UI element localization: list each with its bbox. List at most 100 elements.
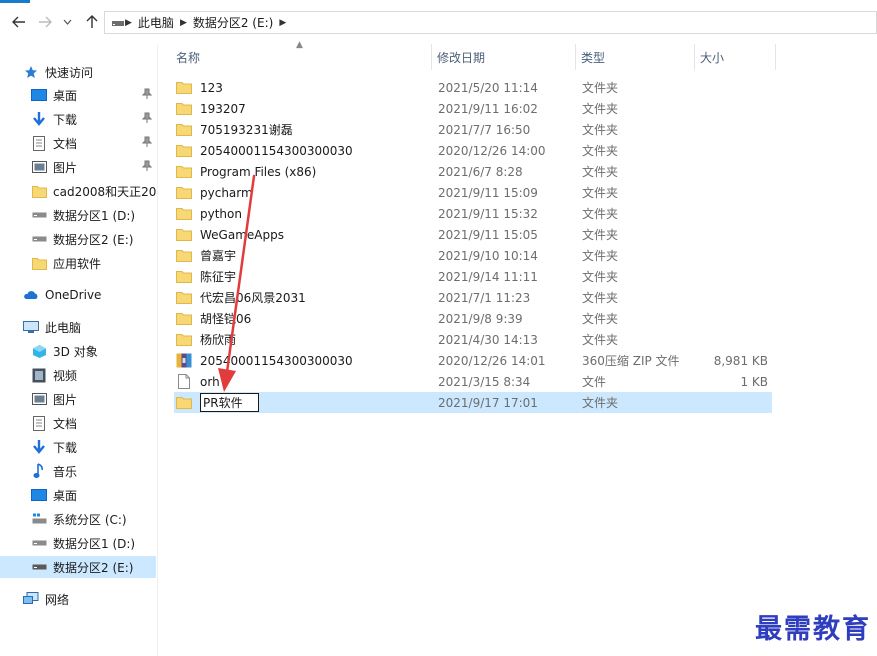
file-name: 胡怪铠06: [200, 312, 252, 326]
file-name: 陈征宇: [200, 270, 237, 284]
file-row[interactable]: 20540001154300300030 2020/12/26 14:01 360压…: [174, 350, 772, 371]
file-date: 2021/3/15 8:34: [438, 374, 531, 389]
sidebar-item-drive-d[interactable]: 数据分区1 (D:): [30, 204, 156, 226]
navigation-bar: ▶ 此电脑 ▶ 数据分区2 (E:) ▶: [0, 3, 877, 41]
file-size: [696, 224, 768, 245]
file-size: [696, 98, 768, 119]
file-date: 2021/9/11 15:32: [438, 206, 538, 221]
rename-input-text: PR软件: [203, 396, 243, 410]
sidebar-item-desktop[interactable]: 桌面: [30, 84, 156, 106]
file-row[interactable]: 代宏昌06风景2031 2021/7/1 11:23 文件夹: [174, 287, 772, 308]
file-size: [696, 266, 768, 287]
file-name: WeGameApps: [200, 227, 284, 242]
column-header-type[interactable]: 类型: [576, 44, 694, 70]
folder-icon: [176, 102, 192, 116]
folder-icon: [176, 270, 192, 284]
star-icon: [22, 64, 40, 80]
file-row[interactable]: PR软件 2021/9/17 17:01 文件夹: [174, 392, 772, 413]
up-button[interactable]: [81, 11, 103, 33]
forward-button[interactable]: [34, 11, 56, 33]
file-row[interactable]: 193207 2021/9/11 16:02 文件夹: [174, 98, 772, 119]
folder-icon: [176, 333, 192, 347]
sidebar-item-pictures[interactable]: 图片: [30, 156, 156, 178]
recent-locations-button[interactable]: [60, 11, 74, 33]
file-row[interactable]: 胡怪铠06 2021/9/8 9:39 文件夹: [174, 308, 772, 329]
file-row[interactable]: orh 2021/3/15 8:34 文件 1 KB: [174, 371, 772, 392]
file-row[interactable]: 曾嘉宇 2021/9/10 10:14 文件夹: [174, 245, 772, 266]
file-name-cell: python: [176, 203, 432, 224]
sidebar-item-pc-documents[interactable]: 文档: [30, 412, 156, 434]
file-row[interactable]: 杨欣雨 2021/4/30 14:13 文件夹: [174, 329, 772, 350]
column-divider[interactable]: [775, 44, 776, 70]
sidebar-network[interactable]: 网络: [22, 588, 156, 610]
sidebar-quick-access[interactable]: 快速访问: [22, 61, 178, 83]
file-date: 2021/9/11 15:09: [438, 185, 538, 200]
folder-icon: [176, 396, 192, 410]
file-name: 代宏昌06风景2031: [200, 291, 306, 305]
column-header-name[interactable]: 名称: [171, 44, 431, 70]
sidebar-item-music[interactable]: 音乐: [30, 460, 156, 482]
sidebar-item-cad2008[interactable]: cad2008和天正2014: [30, 180, 156, 202]
sidebar-item-pc-downloads[interactable]: 下载: [30, 436, 156, 458]
sidebar-item-drive-e[interactable]: 数据分区2 (E:): [30, 228, 156, 250]
file-type: 文件夹: [582, 312, 619, 326]
back-button[interactable]: [8, 11, 30, 33]
sidebar-item-pc-pictures[interactable]: 图片: [30, 388, 156, 410]
sidebar-item-documents[interactable]: 文档: [30, 132, 156, 154]
sidebar-item-drive-c[interactable]: 系统分区 (C:): [30, 508, 156, 530]
file-row[interactable]: python 2021/9/11 15:32 文件夹: [174, 203, 772, 224]
sidebar-item-3d-objects[interactable]: 3D 对象: [30, 340, 156, 362]
sidebar-item-pc-desktop[interactable]: 桌面: [30, 484, 156, 506]
file-type: 文件夹: [582, 165, 619, 179]
file-name: Program Files (x86): [200, 164, 317, 179]
file-type: 文件: [582, 375, 607, 389]
sidebar-item-pc-drive-d[interactable]: 数据分区1 (D:): [30, 532, 156, 554]
pin-icon[interactable]: [141, 160, 153, 175]
3d-objects-icon: [30, 343, 48, 359]
pin-icon[interactable]: [141, 88, 153, 103]
file-row[interactable]: pycharm 2021/9/11 15:09 文件夹: [174, 182, 772, 203]
back-arrow-icon: [12, 16, 25, 28]
file-name: 123: [200, 80, 223, 95]
file-date: 2021/7/1 11:23: [438, 290, 531, 305]
chevron-down-icon: [63, 19, 71, 25]
file-date: 2021/7/7 16:50: [438, 122, 531, 137]
column-header-date[interactable]: 修改日期: [432, 44, 575, 70]
sidebar-this-pc[interactable]: 此电脑: [22, 316, 156, 338]
sidebar-item-pc-drive-e[interactable]: 数据分区2 (E:): [0, 556, 156, 578]
sidebar-item-videos[interactable]: 视频: [30, 364, 156, 386]
file-type: 文件夹: [582, 102, 619, 116]
column-header-size[interactable]: 大小: [695, 44, 775, 70]
file-name-cell: Program Files (x86): [176, 161, 432, 182]
pin-icon[interactable]: [141, 112, 153, 127]
file-row[interactable]: 123 2021/5/20 11:14 文件夹: [174, 77, 772, 98]
address-bar[interactable]: ▶ 此电脑 ▶ 数据分区2 (E:) ▶: [104, 11, 877, 34]
drive-icon: [30, 535, 48, 551]
file-row[interactable]: WeGameApps 2021/9/11 15:05 文件夹: [174, 224, 772, 245]
up-arrow-icon: [86, 15, 98, 28]
watermark: 最需教育: [755, 614, 871, 645]
drive-icon: [30, 559, 48, 575]
breadcrumb-drive-e[interactable]: 数据分区2 (E:): [193, 14, 273, 31]
file-size: [696, 182, 768, 203]
file-row[interactable]: 705193231谢磊 2021/7/7 16:50 文件夹: [174, 119, 772, 140]
file-row[interactable]: 20540001154300300030 2020/12/26 14:00 文件夹: [174, 140, 772, 161]
file-row[interactable]: Program Files (x86) 2021/6/7 8:28 文件夹: [174, 161, 772, 182]
breadcrumb-this-pc[interactable]: 此电脑: [138, 14, 174, 31]
rename-input[interactable]: PR软件: [200, 393, 259, 412]
pin-icon[interactable]: [141, 136, 153, 151]
file-type: 360压缩 ZIP 文件: [582, 354, 680, 368]
sidebar-item-downloads[interactable]: 下载: [30, 108, 156, 130]
file-name: 20540001154300300030: [200, 353, 353, 368]
file-icon: [176, 374, 192, 389]
file-date: 2020/12/26 14:01: [438, 353, 546, 368]
file-size: [696, 308, 768, 329]
download-icon: [30, 111, 48, 127]
folder-icon: [176, 228, 192, 242]
sidebar-onedrive[interactable]: OneDrive: [22, 284, 156, 306]
file-type: 文件夹: [582, 396, 619, 410]
sidebar-item-apps[interactable]: 应用软件: [30, 252, 156, 274]
file-name: pycharm: [200, 185, 253, 200]
file-row[interactable]: 陈征宇 2021/9/14 11:11 文件夹: [174, 266, 772, 287]
file-name-cell: 705193231谢磊: [176, 119, 432, 140]
